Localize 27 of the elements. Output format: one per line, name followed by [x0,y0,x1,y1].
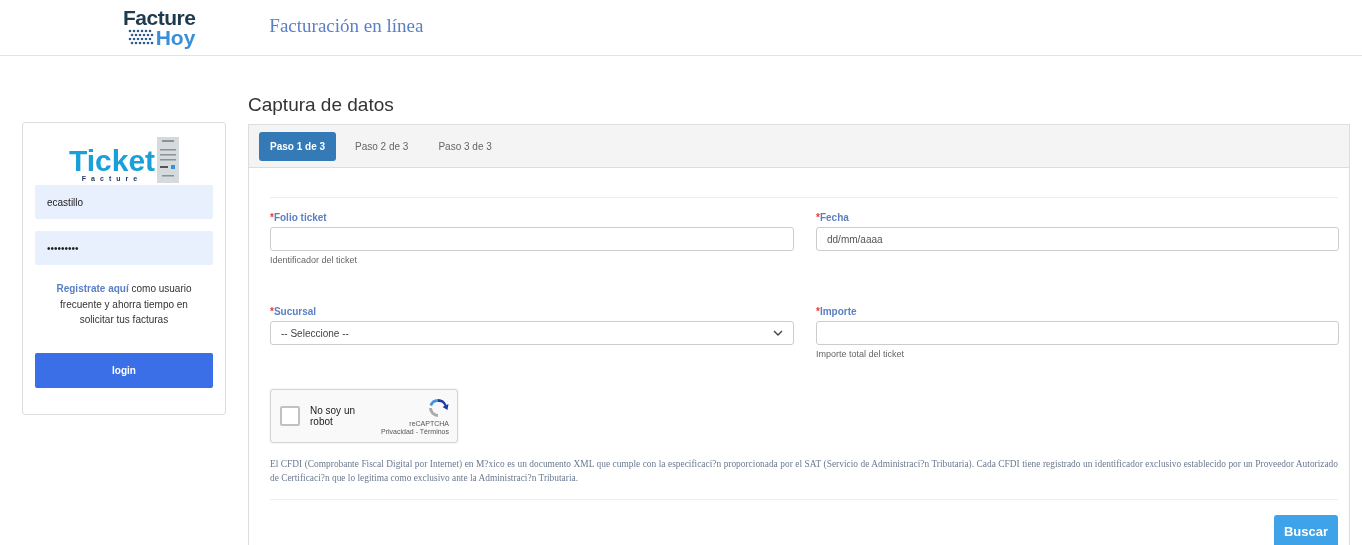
password-field[interactable]: ••••••••• [35,231,213,265]
login-button[interactable]: login [35,352,213,388]
username-field[interactable]: ecastillo [35,185,213,219]
page-title: Captura de datos [248,93,395,117]
help-text: Identificador del ticket [270,255,359,265]
help-text: Importe total del ticket [816,349,906,359]
receipt-icon [157,137,180,183]
text-field[interactable] [816,321,1339,345]
field-label: *Fecha [816,211,850,225]
text-field[interactable] [270,227,794,251]
register-link[interactable]: Registrate aquí [56,283,129,294]
chevron-down-icon [773,330,783,336]
captcha-checkbox[interactable] [280,406,300,426]
register-note: Registrate aquí como usuario frecuente y ahorra tiempo en solicitar tus facturas [55,282,193,327]
step-tab[interactable]: Paso 3 de 3 [427,132,503,161]
step-tab[interactable]: Paso 2 de 3 [344,132,420,161]
step-tab[interactable]: Paso 1 de 3 [259,132,337,161]
field-label: *Importe [816,305,858,319]
recaptcha-icon [427,397,449,419]
brand-logo: Facture Hoy [123,7,196,48]
field-label: *Folio ticket [270,211,328,225]
cfdi-notice: El CFDI (Comprobante Fiscal Digital por Internet) en M?xico es un documento XML que cumple con la especificaci?n proporcionada por el SAT (Servicio de Administraci?n Tributaria). Cada CFDI tiene registrado un identificador exclusivo establecido por un Proveedor Autorizado de Certificaci?n que lo legitima como exclusivo ante la Administraci?n Tributaria. [270,458,1338,485]
branch-select[interactable]: -- Seleccione -- [270,321,794,345]
captcha-label: No soy un robot [310,405,357,427]
date-field[interactable]: dd/mm/aaaa [816,227,1339,251]
field-label: *Sucursal [270,305,318,319]
site-title: Facturación en línea [269,14,424,37]
